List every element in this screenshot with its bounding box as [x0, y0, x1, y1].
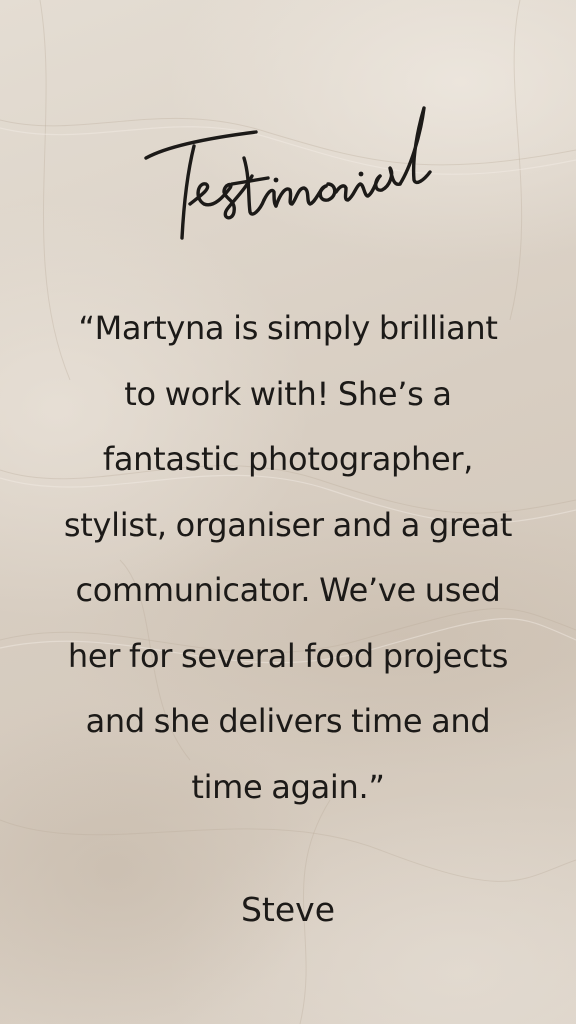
testimonial-quote: “Martyna is simply brilliant to work wit…	[28, 296, 548, 820]
testimonial-script-title	[144, 106, 432, 240]
quote-line: stylist, organiser and a great	[63, 505, 513, 544]
testimonial-author: Steve	[240, 890, 336, 929]
quote-line: and she delivers time and	[85, 702, 491, 740]
quote-line: fantastic photographer,	[102, 440, 474, 478]
quote-line: her for several food projects	[67, 636, 509, 675]
quote-line: “Martyna is simply brilliant	[78, 309, 498, 347]
quote-line: to work with! She’s a	[124, 374, 452, 413]
quote-line: time again.”	[191, 767, 385, 806]
quote-line: communicator. We’ve used	[75, 571, 501, 609]
